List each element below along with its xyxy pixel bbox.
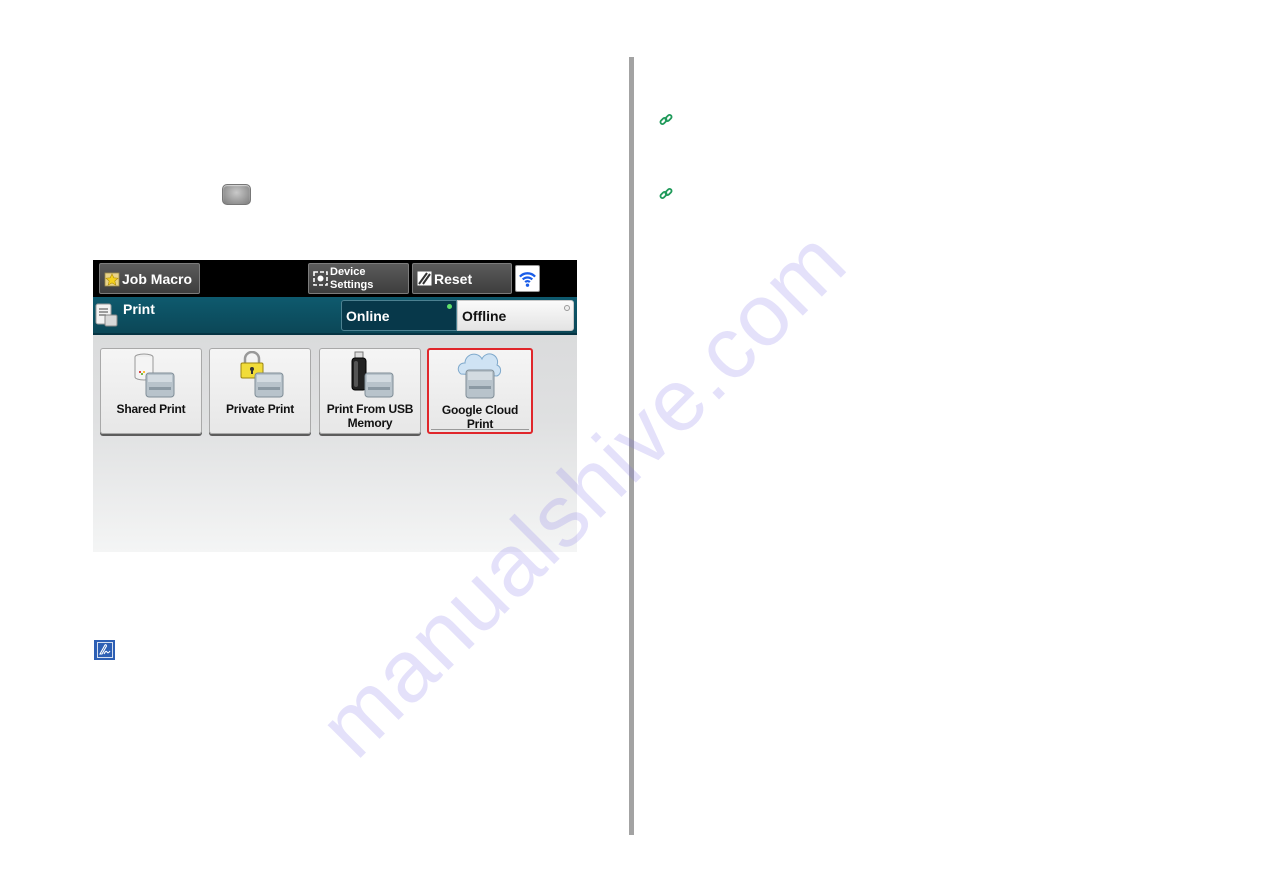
online-indicator-icon (447, 304, 452, 309)
selection-underline (431, 429, 529, 430)
gear-square-icon (313, 271, 328, 286)
padlock-printer-icon (240, 351, 284, 398)
print-from-usb-line1: Print From USB (326, 402, 414, 416)
device-settings-label: Device Settings (330, 266, 373, 292)
page-divider (629, 57, 634, 835)
offline-mode-button[interactable]: Offline (457, 300, 574, 331)
slash-reset-icon (417, 271, 432, 286)
reset-button[interactable]: Reset (412, 263, 512, 294)
offline-label: Offline (462, 307, 507, 324)
offline-indicator-icon (564, 305, 570, 311)
print-document-icon (95, 303, 119, 332)
cloud-printer-icon (457, 353, 502, 399)
print-from-usb-line2: Memory (347, 416, 393, 430)
usb-printer-icon (351, 351, 394, 398)
job-macro-button[interactable]: Job Macro (99, 263, 200, 294)
print-from-usb-label: Print From USB Memory (320, 402, 420, 430)
wifi-icon (519, 272, 536, 287)
private-print-label: Private Print (225, 402, 295, 416)
control-panel-screenshot: Job Macro Device Settings Reset Print On… (93, 260, 577, 552)
panel-title: Print (123, 301, 155, 317)
job-macro-label: Job Macro (122, 270, 193, 287)
right-page (635, 0, 1263, 893)
private-print-button[interactable]: Private Print (209, 348, 311, 434)
device-settings-line1: Device (330, 265, 366, 278)
device-settings-line2: Settings (330, 278, 374, 291)
device-settings-button[interactable]: Device Settings (308, 263, 409, 294)
link-icon[interactable] (659, 187, 673, 201)
note-pencil-icon (94, 640, 115, 660)
shared-storage-printer-icon (134, 353, 175, 398)
print-from-usb-button[interactable]: Print From USB Memory (319, 348, 421, 434)
hardware-key-icon[interactable] (222, 184, 251, 205)
link-icon[interactable] (659, 113, 673, 127)
google-cloud-print-label: Google Cloud Print (441, 403, 519, 431)
google-cloud-print-button[interactable]: Google Cloud Print (427, 348, 533, 434)
shared-print-label: Shared Print (116, 402, 186, 416)
panel-top-bar: Job Macro Device Settings Reset (93, 260, 577, 297)
online-mode-button[interactable]: Online (341, 300, 457, 331)
shared-print-button[interactable]: Shared Print (100, 348, 202, 434)
wifi-button[interactable] (515, 265, 540, 292)
star-folder-icon (104, 271, 120, 287)
online-label: Online (346, 307, 390, 324)
left-page: Job Macro Device Settings Reset Print On… (0, 0, 630, 893)
panel-title-bar: Print Online Offline (93, 297, 577, 335)
reset-label: Reset (434, 270, 473, 287)
